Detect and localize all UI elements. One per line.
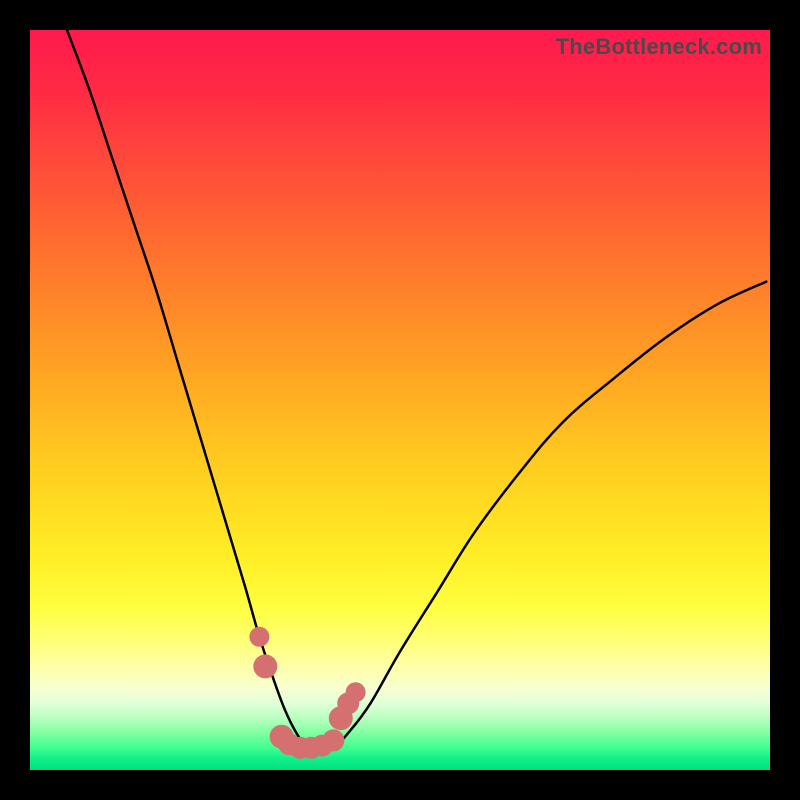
curve-marker [346, 682, 366, 702]
curve-marker [322, 729, 344, 751]
chart-svg [30, 30, 770, 770]
curve-marker [253, 654, 277, 678]
chart-container: TheBottleneck.com [0, 0, 800, 800]
curve-marker [249, 627, 269, 647]
plot-area: TheBottleneck.com [30, 30, 770, 770]
bottleneck-curve [67, 30, 766, 752]
